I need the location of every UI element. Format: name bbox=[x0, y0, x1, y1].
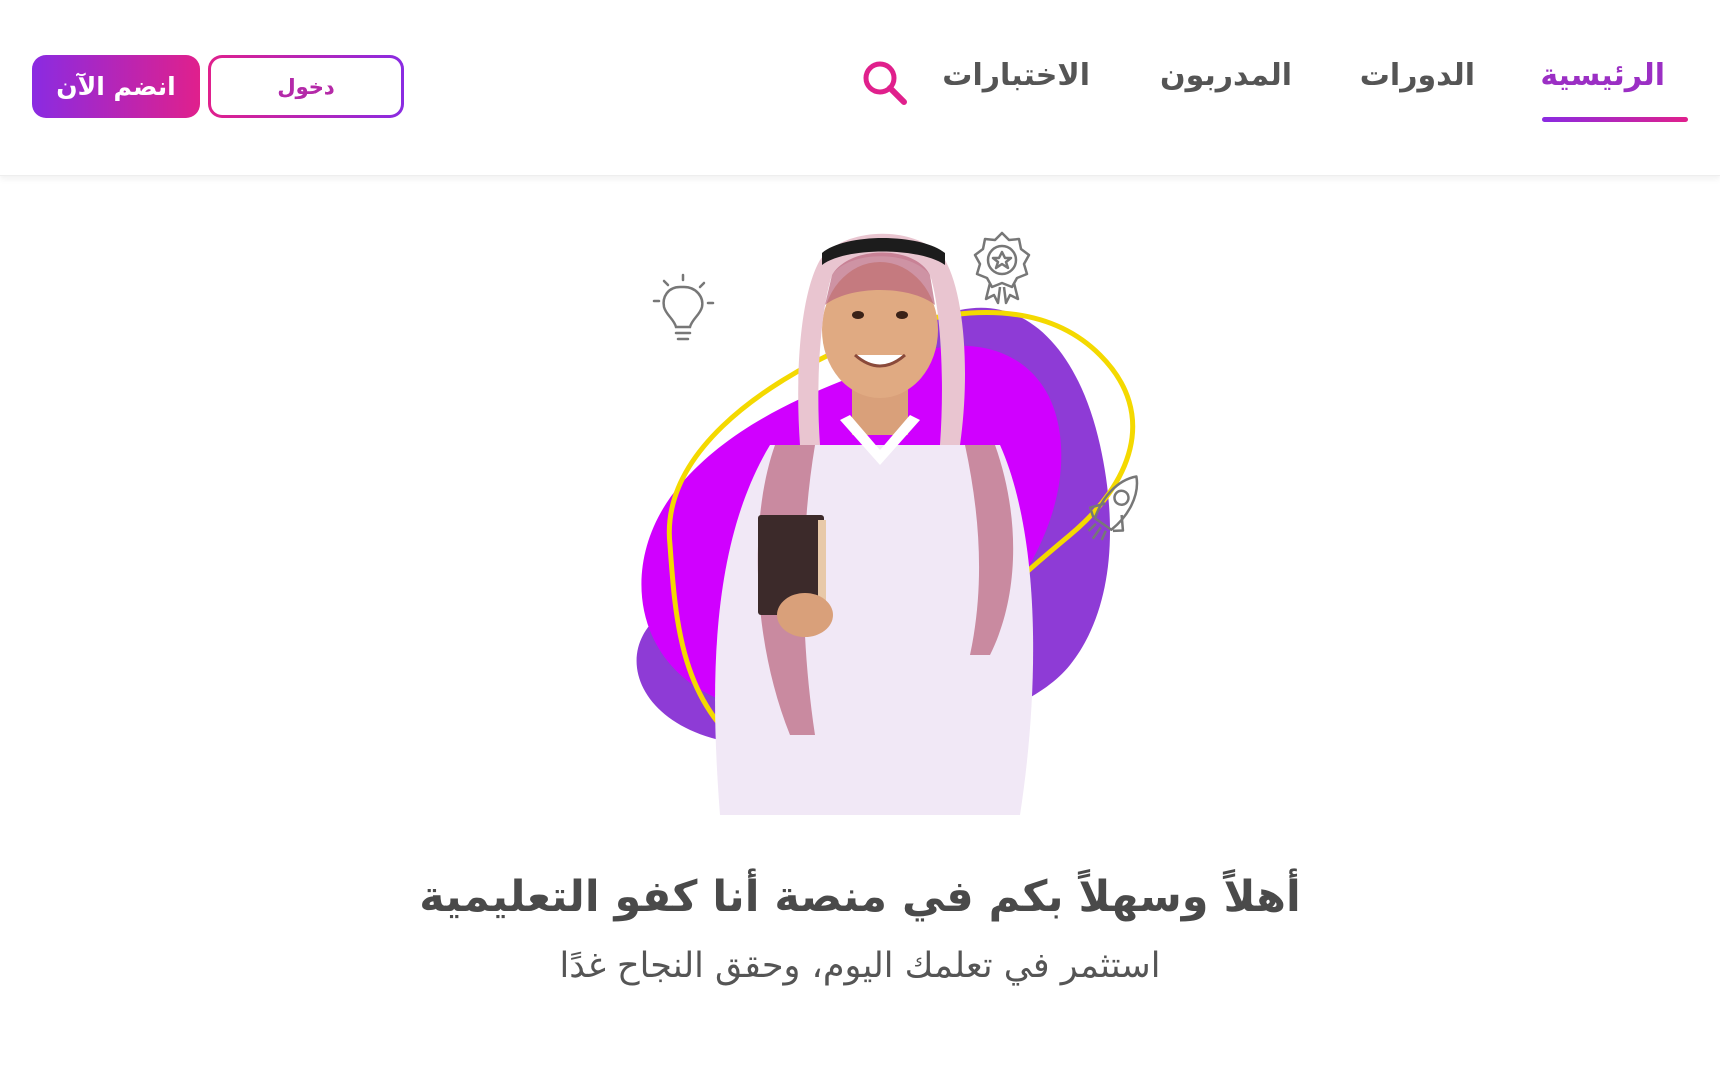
top-navigation-bar: الرئيسية الدورات المدربون الاختبارات دخو… bbox=[0, 0, 1720, 176]
lightbulb-icon bbox=[652, 273, 715, 341]
award-badge-icon bbox=[973, 231, 1031, 305]
nav-item-trainers[interactable]: المدربون bbox=[1160, 58, 1292, 93]
login-button-label: دخول bbox=[211, 58, 401, 115]
nav-item-courses[interactable]: الدورات bbox=[1360, 58, 1475, 93]
hero-subtitle: استثمر في تعلمك اليوم، وحقق النجاح غدًا bbox=[559, 946, 1161, 986]
login-label-text: دخول bbox=[277, 74, 335, 99]
nav-item-tests[interactable]: الاختبارات bbox=[942, 58, 1090, 93]
search-button[interactable] bbox=[860, 58, 910, 108]
search-icon bbox=[863, 61, 907, 105]
join-now-button[interactable]: انضم الآن bbox=[32, 55, 200, 118]
nav-item-home[interactable]: الرئيسية bbox=[1540, 58, 1665, 93]
nav-active-underline bbox=[1542, 117, 1688, 122]
login-button[interactable]: دخول bbox=[208, 55, 404, 118]
hero-title: أهلاً وسهلاً بكم في منصة أنا كفو التعليم… bbox=[419, 872, 1301, 922]
hero-illustration bbox=[600, 215, 1200, 835]
